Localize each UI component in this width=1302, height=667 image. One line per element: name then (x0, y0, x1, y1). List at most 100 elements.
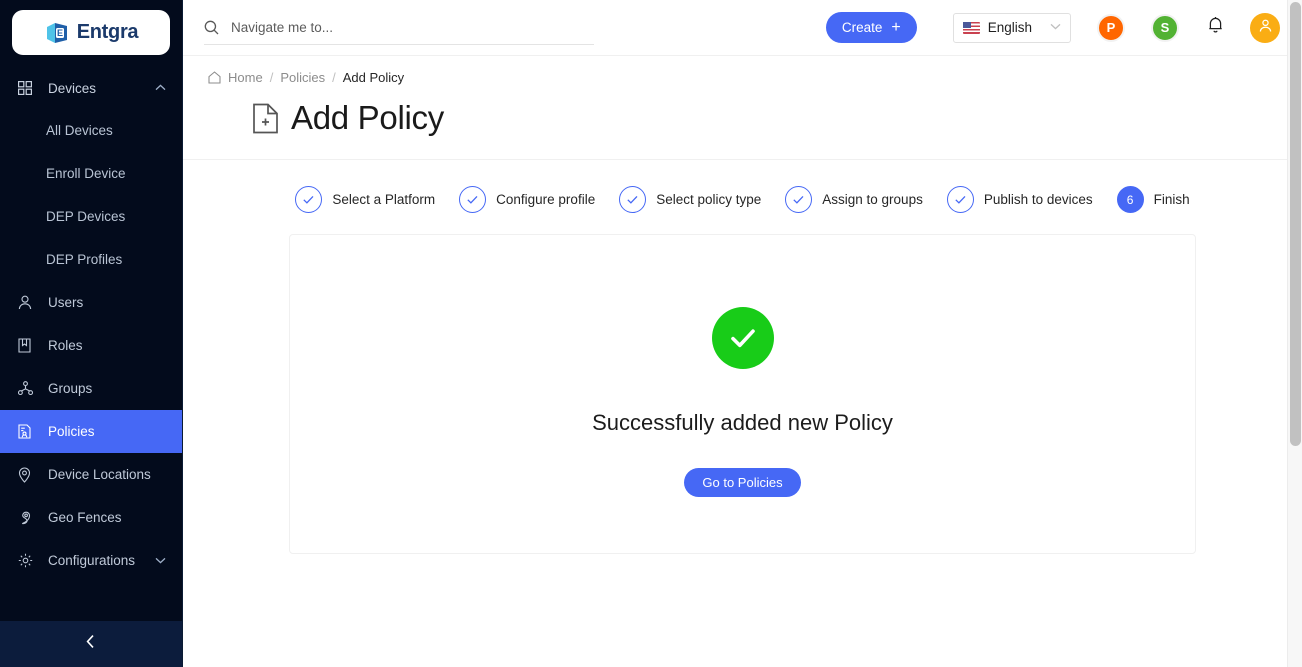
sidebar-item-label: Device Locations (48, 467, 151, 482)
success-message: Successfully added new Policy (592, 410, 893, 435)
sidebar-item-label: Users (48, 295, 84, 310)
language-label: English (987, 20, 1032, 35)
wizard-step-select-platform[interactable]: Select a Platform (295, 186, 435, 213)
top-header: Create + English P S (183, 0, 1302, 56)
gear-icon (18, 553, 36, 568)
sidebar-item-geo-fences[interactable]: Geo Fences (0, 496, 182, 539)
breadcrumb-separator: / (269, 70, 274, 85)
wizard-step-label: Select policy type (656, 192, 762, 207)
sidebar-item-dep-profiles[interactable]: DEP Profiles (0, 238, 182, 281)
page-scrollbar-thumb[interactable] (1290, 2, 1301, 446)
notifications-button[interactable] (1207, 16, 1224, 39)
wizard-step-label: Assign to groups (822, 192, 923, 207)
page-scrollbar[interactable] (1287, 0, 1302, 667)
wizard-step-label: Configure profile (496, 192, 596, 207)
avatar-p[interactable]: P (1097, 13, 1125, 42)
brand-logo[interactable]: E Entgra (0, 0, 182, 67)
sidebar-item-label: DEP Profiles (46, 252, 123, 267)
sidebar-item-policies[interactable]: Policies (0, 410, 182, 453)
check-icon (459, 186, 487, 213)
sidebar-item-roles[interactable]: Roles (0, 324, 182, 367)
chevron-left-icon (85, 634, 97, 654)
group-icon (18, 381, 36, 396)
go-to-policies-button[interactable]: Go to Policies (684, 468, 801, 497)
entgra-cube-logo-icon: E (44, 20, 70, 46)
sidebar-group-label-devices: Devices (48, 80, 97, 96)
create-button[interactable]: Create + (825, 12, 917, 43)
book-icon (18, 338, 36, 353)
page-content: Select a Platform Configure profile Sele… (183, 160, 1302, 667)
sidebar-submenu-devices: All Devices Enroll Device DEP Devices DE… (0, 109, 182, 281)
sidebar-collapse-button[interactable] (0, 621, 182, 667)
check-icon (785, 186, 813, 213)
breadcrumb-item-policies[interactable]: Policies (280, 70, 325, 85)
success-check-icon (711, 307, 774, 369)
home-icon (208, 71, 221, 84)
user-icon (1258, 18, 1273, 38)
avatar-s-initial: S (1160, 20, 1170, 35)
sidebar-item-enroll-device[interactable]: Enroll Device (0, 152, 182, 195)
wizard-steps: Select a Platform Configure profile Sele… (183, 186, 1302, 213)
avatar-s[interactable]: S (1151, 13, 1179, 42)
file-plus-icon (252, 103, 279, 134)
sidebar: E Entgra Devices All Devices Enroll Devi… (0, 0, 183, 667)
policy-document-icon (18, 424, 36, 439)
global-search[interactable] (204, 11, 594, 45)
avatar-p-initial: P (1106, 20, 1116, 35)
plus-icon: + (891, 18, 901, 36)
sidebar-group-devices[interactable]: Devices (0, 67, 182, 109)
wizard-step-label: Publish to devices (983, 192, 1093, 207)
breadcrumb: Home / Policies / Add Policy (207, 70, 1278, 85)
chevron-down-icon (155, 555, 166, 567)
wizard-step-label: Finish (1153, 192, 1190, 207)
sidebar-item-label: Groups (48, 381, 93, 396)
sidebar-item-configurations[interactable]: Configurations (0, 539, 182, 582)
wizard-step-select-policy-type[interactable]: Select policy type (619, 186, 761, 213)
search-icon (204, 20, 219, 35)
wizard-step-configure-profile[interactable]: Configure profile (459, 186, 595, 213)
sidebar-item-label: DEP Devices (46, 209, 126, 224)
sidebar-item-users[interactable]: Users (0, 281, 182, 324)
sidebar-item-label: Configurations (48, 553, 136, 568)
sidebar-item-label: All Devices (46, 123, 113, 138)
app-root: E Entgra Devices All Devices Enroll Devi… (0, 0, 1302, 667)
wizard-step-publish-to-devices[interactable]: Publish to devices (946, 186, 1093, 213)
result-card: Successfully added new Policy Go to Poli… (289, 234, 1196, 554)
wizard-step-finish[interactable]: 6 Finish (1116, 186, 1190, 213)
breadcrumb-item-home[interactable]: Home (228, 70, 263, 85)
map-pin-icon (18, 467, 36, 483)
search-input[interactable] (231, 19, 594, 35)
sidebar-item-label: Policies (48, 424, 95, 439)
grid-icon (18, 81, 36, 95)
chevron-down-icon (1050, 22, 1061, 33)
breadcrumb-item-current: Add Policy (342, 70, 405, 85)
sidebar-nav: Devices All Devices Enroll Device DEP De… (0, 67, 182, 621)
sidebar-item-device-locations[interactable]: Device Locations (0, 453, 182, 496)
page-title: Add Policy (291, 99, 444, 136)
wizard-step-label: Select a Platform (332, 192, 436, 207)
sidebar-item-groups[interactable]: Groups (0, 367, 182, 410)
sidebar-item-all-devices[interactable]: All Devices (0, 109, 182, 152)
wizard-step-assign-to-groups[interactable]: Assign to groups (785, 186, 923, 213)
create-button-label: Create (841, 20, 883, 35)
language-selector[interactable]: English (952, 12, 1071, 43)
check-icon (946, 186, 974, 213)
user-profile-avatar[interactable] (1250, 12, 1280, 43)
wizard-step-number: 6 (1116, 186, 1144, 213)
sidebar-item-dep-devices[interactable]: DEP Devices (0, 195, 182, 238)
check-icon (619, 186, 647, 213)
chevron-up-icon (155, 82, 166, 94)
user-icon (18, 295, 36, 310)
bell-icon (1207, 16, 1224, 39)
sidebar-item-label: Enroll Device (46, 166, 126, 181)
svg-text:E: E (57, 28, 63, 38)
main-area: Create + English P S (183, 0, 1302, 667)
breadcrumb-separator: / (332, 70, 336, 85)
check-icon (295, 186, 323, 213)
sidebar-item-label: Roles (48, 338, 83, 353)
geo-fence-icon (18, 510, 36, 525)
page-header: Home / Policies / Add Policy Add Policy (183, 56, 1302, 160)
us-flag-icon (962, 21, 980, 34)
page-title-row: Add Policy (207, 85, 1278, 159)
brand-name: Entgra (76, 21, 139, 43)
